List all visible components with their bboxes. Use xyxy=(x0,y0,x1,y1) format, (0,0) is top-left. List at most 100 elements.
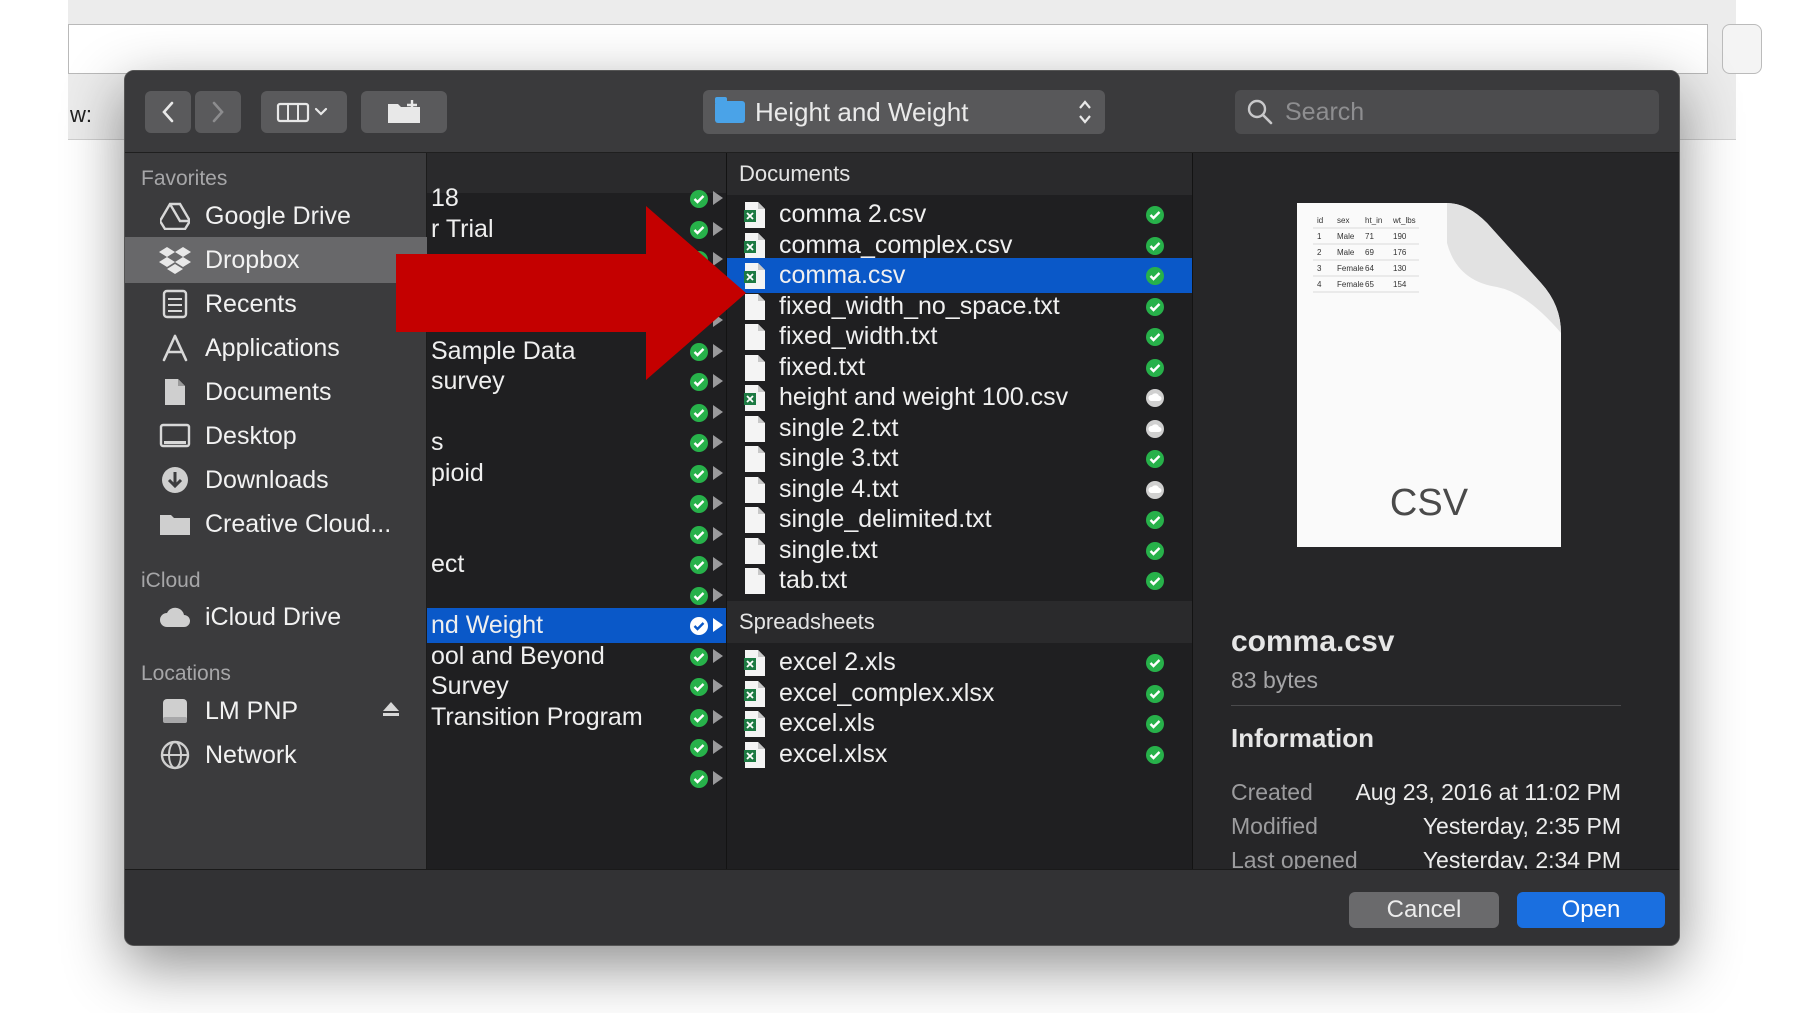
synced-check-icon xyxy=(1146,684,1164,703)
synced-check-icon xyxy=(1146,236,1164,255)
synced-check-icon xyxy=(690,678,708,696)
file-name: single.txt xyxy=(779,535,878,564)
network-icon xyxy=(159,739,191,771)
synced-check-icon xyxy=(690,434,708,452)
spreadsheet-file-icon xyxy=(744,650,765,676)
file-name: single 2.txt xyxy=(779,413,899,442)
disk-icon xyxy=(159,695,191,727)
disclosure-arrow-icon xyxy=(713,740,723,754)
thumb-table-cell: wt_lbs xyxy=(1392,216,1416,225)
folder-row-label: nd Weight xyxy=(431,611,544,639)
sidebar-item-label: Network xyxy=(205,740,297,769)
sidebar-item-recents[interactable]: Recents xyxy=(125,281,427,327)
synced-check-icon xyxy=(1146,358,1164,377)
cancel-button[interactable]: Cancel xyxy=(1349,892,1499,928)
sidebar-item-applications[interactable]: Applications xyxy=(125,325,427,371)
folder-row-label: ool and Beyond xyxy=(431,641,605,670)
location-popup[interactable]: Height and Weight xyxy=(703,90,1105,134)
back-button[interactable] xyxy=(145,91,191,133)
text-file-icon xyxy=(745,293,765,320)
sidebar-item-dropbox[interactable]: Dropbox xyxy=(125,237,427,283)
desktop-icon xyxy=(159,420,191,452)
sidebar: Favorites Google Drive Dropbox Recents A… xyxy=(125,153,427,869)
folder-row[interactable] xyxy=(427,761,726,796)
red-arrow-annotation xyxy=(396,206,746,380)
search-icon xyxy=(1247,99,1273,125)
thumb-table-cell: Male xyxy=(1337,232,1355,241)
sidebar-item-lm-pnp[interactable]: LM PNP xyxy=(125,688,427,734)
file-name: excel.xls xyxy=(779,709,875,737)
text-file-icon xyxy=(745,507,765,533)
new-folder-button[interactable] xyxy=(361,91,447,133)
google-drive-icon xyxy=(159,200,191,232)
preview-file-name: comma.csv xyxy=(1231,625,1395,658)
file-name: excel 2.xls xyxy=(779,648,896,676)
sidebar-item-downloads[interactable]: Downloads xyxy=(125,457,427,503)
sidebar-item-desktop[interactable]: Desktop xyxy=(125,413,427,459)
sidebar-item-label: Creative Cloud... xyxy=(205,509,392,538)
text-file-icon xyxy=(745,537,765,564)
synced-check-icon xyxy=(690,403,708,422)
open-button[interactable]: Open xyxy=(1517,892,1665,928)
file-name: excel_complex.xlsx xyxy=(779,678,995,707)
file-name: excel.xlsx xyxy=(779,739,888,768)
updown-chevron-icon xyxy=(1079,100,1091,124)
file-name: single 3.txt xyxy=(779,444,899,472)
information-title: Information xyxy=(1231,723,1374,753)
sidebar-item-documents[interactable]: Documents xyxy=(125,369,427,415)
sidebar-item-label: Google Drive xyxy=(205,201,351,230)
file-row[interactable]: excel.xlsx xyxy=(727,737,1192,772)
file-row[interactable]: tab.txt xyxy=(727,563,1192,598)
thumb-table-cell: 4 xyxy=(1317,280,1322,289)
cloud-status-icon xyxy=(1146,419,1164,438)
forward-button[interactable] xyxy=(195,91,241,133)
disclosure-arrow-icon xyxy=(713,679,723,693)
sidebar-item-label: Desktop xyxy=(205,421,297,450)
folder-row-label: Transition Program xyxy=(431,702,643,731)
group-header: Documents xyxy=(727,153,1192,195)
sidebar-item-label: Downloads xyxy=(205,465,329,494)
folder-icon xyxy=(715,97,745,123)
search-field[interactable]: Search xyxy=(1235,90,1659,134)
downloads-icon xyxy=(159,464,191,496)
documents-icon xyxy=(159,376,191,408)
sidebar-item-icloud-drive[interactable]: iCloud Drive xyxy=(125,594,427,640)
sidebar-item-network[interactable]: Network xyxy=(125,732,427,778)
eject-icon[interactable] xyxy=(381,699,401,719)
location-label: Height and Weight xyxy=(755,96,969,127)
thumb-table-cell: 1 xyxy=(1317,232,1322,241)
background-text-field xyxy=(68,24,1708,74)
disclosure-arrow-icon xyxy=(713,191,723,205)
synced-check-icon xyxy=(690,525,708,544)
disclosure-arrow-icon xyxy=(713,496,723,510)
disclosure-arrow-icon xyxy=(713,770,723,785)
thumb-table-cell: 130 xyxy=(1393,264,1407,273)
synced-check-icon xyxy=(1146,654,1164,672)
thumb-table-cell: 71 xyxy=(1365,232,1374,241)
chevron-right-icon xyxy=(212,101,224,123)
view-mode-button[interactable] xyxy=(261,91,347,133)
sidebar-item-google-drive[interactable]: Google Drive xyxy=(125,193,427,239)
new-folder-icon xyxy=(388,100,420,123)
dialog-toolbar: Height and Weight Search xyxy=(125,71,1679,153)
thumb-table-cell: 3 xyxy=(1317,264,1322,273)
synced-check-icon xyxy=(1146,297,1164,316)
spreadsheet-file-icon xyxy=(744,741,765,768)
sidebar-item-label: LM PNP xyxy=(205,696,299,725)
icloud-title: iCloud xyxy=(141,569,201,592)
file-name: fixed.txt xyxy=(779,352,866,381)
chevron-left-icon xyxy=(162,101,174,123)
thumb-table-cell: Female xyxy=(1337,280,1364,289)
locations-title: Locations xyxy=(141,662,231,685)
csv-label: CSV xyxy=(1390,482,1469,524)
background-margin xyxy=(0,0,68,1013)
cloud-icon xyxy=(159,601,191,633)
file-name: comma.csv xyxy=(779,261,906,289)
sidebar-item-creative-cloud[interactable]: Creative Cloud... xyxy=(125,501,427,547)
dropbox-icon xyxy=(159,244,191,276)
synced-check-icon xyxy=(1146,715,1164,733)
spreadsheet-file-icon xyxy=(744,680,765,707)
folder-row-label: ect xyxy=(431,550,465,578)
thumb-table-cell: Female xyxy=(1337,264,1364,273)
folder-icon xyxy=(159,508,191,540)
